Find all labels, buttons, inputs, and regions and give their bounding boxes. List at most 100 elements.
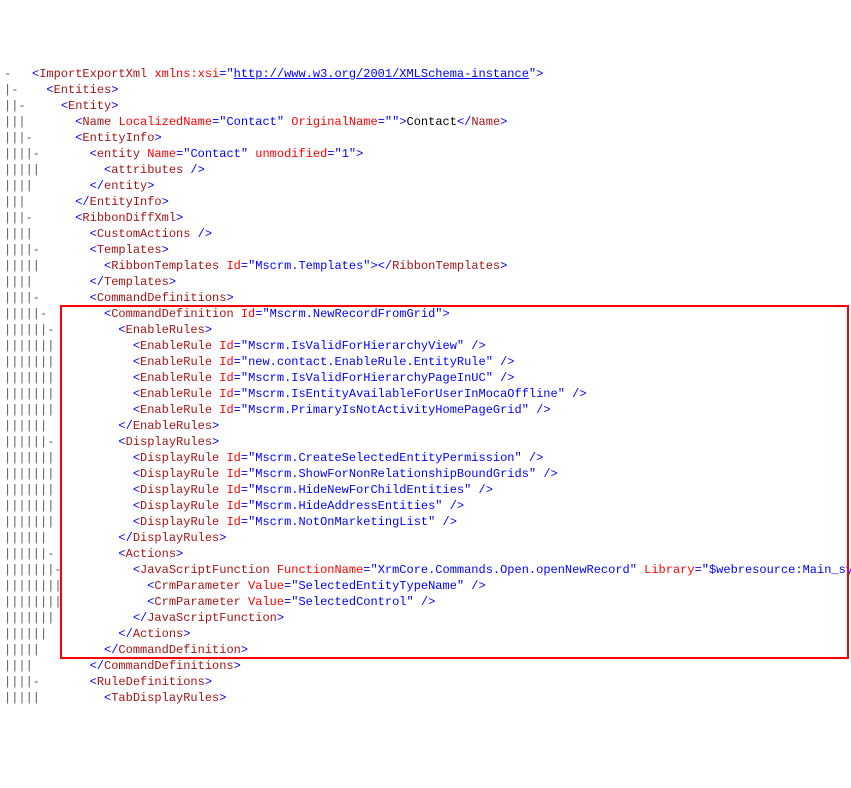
fold-gutter: ||||||| <box>4 498 32 514</box>
code-line: |||||||| <CrmParameter Value="SelectedCo… <box>4 594 851 610</box>
code-line: |||||||- <JavaScriptFunction FunctionNam… <box>4 562 851 578</box>
code-content: <EnableRule Id="Mscrm.IsEntityAvailableF… <box>32 387 587 401</box>
code-line: ||||| <attributes /> <box>4 162 851 178</box>
code-content: <RibbonDiffXml> <box>32 211 183 225</box>
code-content: <EnableRules> <box>32 323 212 337</box>
fold-gutter: ||||||- <box>4 546 32 562</box>
fold-gutter: ||| <box>4 114 32 130</box>
fold-gutter: |||||||| <box>4 578 32 594</box>
code-content: </CommandDefinitions> <box>32 659 241 673</box>
fold-gutter: ||||||- <box>4 322 32 338</box>
code-line: |||||||| <CrmParameter Value="SelectedEn… <box>4 578 851 594</box>
fold-gutter: |||||||| <box>4 594 32 610</box>
fold-gutter: |||||| <box>4 626 32 642</box>
code-line: |||||- <CommandDefinition Id="Mscrm.NewR… <box>4 306 851 322</box>
code-line: ||||- <entity Name="Contact" unmodified=… <box>4 146 851 162</box>
code-content: <TabDisplayRules> <box>32 691 226 705</box>
code-content: <CustomActions /> <box>32 227 212 241</box>
code-line: |||| </CommandDefinitions> <box>4 658 851 674</box>
code-content: </JavaScriptFunction> <box>32 611 284 625</box>
fold-gutter: |||- <box>4 210 32 226</box>
code-line: |||| <CustomActions /> <box>4 226 851 242</box>
code-line: |||| </entity> <box>4 178 851 194</box>
fold-gutter: |||| <box>4 226 32 242</box>
code-content: </entity> <box>32 179 154 193</box>
code-content: <DisplayRules> <box>32 435 219 449</box>
code-line: ||||||| <EnableRule Id="Mscrm.PrimaryIsN… <box>4 402 851 418</box>
code-line: |||- <RibbonDiffXml> <box>4 210 851 226</box>
code-line: |||||| </Actions> <box>4 626 851 642</box>
code-content: <EntityInfo> <box>32 131 162 145</box>
code-content: <CommandDefinitions> <box>32 291 234 305</box>
fold-gutter: |||||| <box>4 530 32 546</box>
code-line: ||||||| <EnableRule Id="Mscrm.IsValidFor… <box>4 338 851 354</box>
code-line: ||||- <RuleDefinitions> <box>4 674 851 690</box>
fold-gutter: |||||||- <box>4 562 32 578</box>
fold-gutter: ||||- <box>4 242 32 258</box>
code-content: <Entities> <box>32 83 118 97</box>
fold-gutter: ||||||| <box>4 610 32 626</box>
code-content: <Templates> <box>32 243 169 257</box>
code-content: <RuleDefinitions> <box>32 675 212 689</box>
code-content: </EntityInfo> <box>32 195 169 209</box>
code-content: </Actions> <box>32 627 190 641</box>
fold-gutter: ||||- <box>4 146 32 162</box>
fold-gutter: ||||||| <box>4 482 32 498</box>
code-content: <EnableRule Id="Mscrm.PrimaryIsNotActivi… <box>32 403 551 417</box>
code-line: ||||| </CommandDefinition> <box>4 642 851 658</box>
code-line: |||||| </EnableRules> <box>4 418 851 434</box>
fold-gutter: ||||||| <box>4 466 32 482</box>
code-content: </CommandDefinition> <box>32 643 248 657</box>
fold-gutter: ||||| <box>4 642 32 658</box>
code-line: |||| </Templates> <box>4 274 851 290</box>
code-content: </EnableRules> <box>32 419 219 433</box>
fold-gutter: ||||||| <box>4 370 32 386</box>
code-line: |||||| </DisplayRules> <box>4 530 851 546</box>
fold-gutter: |- <box>4 82 32 98</box>
fold-gutter: ||||| <box>4 690 32 706</box>
fold-gutter: - <box>4 66 32 82</box>
fold-gutter: ||||- <box>4 674 32 690</box>
code-line: ||- <Entity> <box>4 98 851 114</box>
fold-gutter: |||| <box>4 274 32 290</box>
fold-gutter: ||||||| <box>4 402 32 418</box>
code-line: ||||- <CommandDefinitions> <box>4 290 851 306</box>
fold-gutter: ||||||| <box>4 514 32 530</box>
fold-gutter: ||||||| <box>4 354 32 370</box>
code-line: ||||||- <Actions> <box>4 546 851 562</box>
fold-gutter: ||||||| <box>4 450 32 466</box>
code-line: ||||||| <EnableRule Id="Mscrm.IsValidFor… <box>4 370 851 386</box>
code-content: <DisplayRule Id="Mscrm.NotOnMarketingLis… <box>32 515 457 529</box>
code-content: <CrmParameter Value="SelectedControl" /> <box>32 595 435 609</box>
code-line: ||||||| </JavaScriptFunction> <box>4 610 851 626</box>
code-content: <DisplayRule Id="Mscrm.ShowForNonRelatio… <box>32 467 558 481</box>
code-content: </DisplayRules> <box>32 531 226 545</box>
code-line: ||||||| <EnableRule Id="new.contact.Enab… <box>4 354 851 370</box>
code-content: <JavaScriptFunction FunctionName="XrmCor… <box>32 563 851 577</box>
code-content: <RibbonTemplates Id="Mscrm.Templates"></… <box>32 259 507 273</box>
code-content: <Name LocalizedName="Contact" OriginalNa… <box>32 115 507 129</box>
code-content: <attributes /> <box>32 163 205 177</box>
fold-gutter: |||||- <box>4 306 32 322</box>
code-line: ||||||- <DisplayRules> <box>4 434 851 450</box>
code-line: ||||||- <EnableRules> <box>4 322 851 338</box>
fold-gutter: ||||||| <box>4 338 32 354</box>
code-line: ||||||| <EnableRule Id="Mscrm.IsEntityAv… <box>4 386 851 402</box>
fold-gutter: ||| <box>4 194 32 210</box>
fold-gutter: |||| <box>4 178 32 194</box>
code-content: <DisplayRule Id="Mscrm.CreateSelectedEnt… <box>32 451 543 465</box>
fold-gutter: ||||| <box>4 162 32 178</box>
fold-gutter: ||||| <box>4 258 32 274</box>
code-line: |- <Entities> <box>4 82 851 98</box>
code-content: <EnableRule Id="Mscrm.IsValidForHierarch… <box>32 371 515 385</box>
code-content: <entity Name="Contact" unmodified="1"> <box>32 147 363 161</box>
code-line: ||||| <TabDisplayRules> <box>4 690 851 706</box>
fold-gutter: |||||| <box>4 418 32 434</box>
fold-gutter: ||- <box>4 98 32 114</box>
code-line: ||||||| <DisplayRule Id="Mscrm.HideNewFo… <box>4 482 851 498</box>
code-content: <DisplayRule Id="Mscrm.HideNewForChildEn… <box>32 483 493 497</box>
code-line: ||| <Name LocalizedName="Contact" Origin… <box>4 114 851 130</box>
code-line: |||- <EntityInfo> <box>4 130 851 146</box>
code-content: <EnableRule Id="Mscrm.IsValidForHierarch… <box>32 339 486 353</box>
code-content: <CommandDefinition Id="Mscrm.NewRecordFr… <box>32 307 450 321</box>
